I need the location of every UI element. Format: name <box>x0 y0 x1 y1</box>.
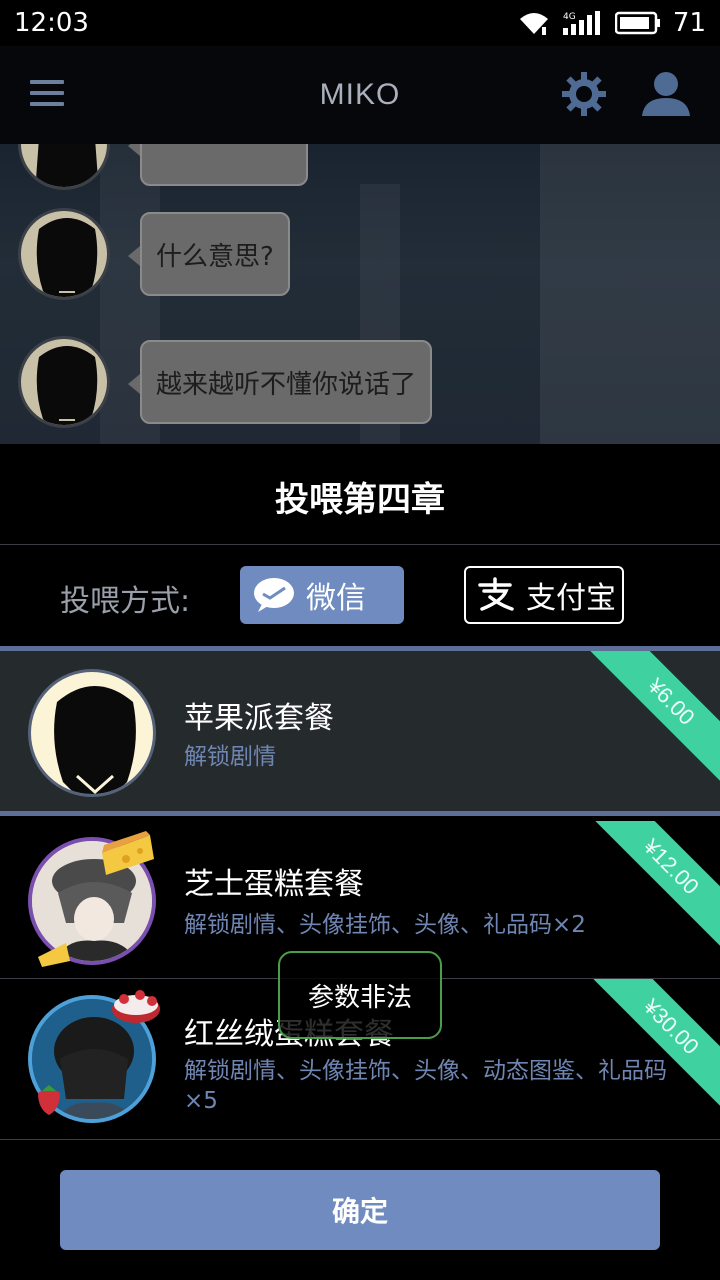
alipay-label: 支付宝 <box>526 581 616 616</box>
status-time: 12:03 <box>14 8 89 38</box>
red-velvet-cake-icon <box>112 990 160 1023</box>
battery-icon <box>614 11 661 35</box>
package-desc: 解锁剧情 <box>184 744 276 770</box>
alipay-button[interactable]: 支付宝 <box>464 566 624 624</box>
wechat-pay-button[interactable]: 微信 <box>240 566 404 624</box>
chat-bubble: 什么意思? <box>128 212 290 296</box>
avatar <box>18 208 110 300</box>
cheese-cake-icon <box>102 831 154 875</box>
profile-button[interactable] <box>640 70 692 118</box>
wechat-pay-label: 微信 <box>306 581 366 616</box>
package-item-apple-pie[interactable]: 苹果派套餐 解锁剧情 ¥6.00 <box>0 646 720 816</box>
cellular-signal-icon: 4G <box>561 10 605 36</box>
purchase-sheet: 投喂第四章 投喂方式: 微信 支付宝 苹果派套餐 解锁剧情 ¥6.00 芝士蛋糕… <box>0 444 720 1280</box>
chat-bubble <box>128 144 308 186</box>
payment-label: 投喂方式: <box>60 584 191 619</box>
chat-area: 什么意思? 越来越听不懂你说话了 <box>0 144 720 444</box>
package-desc: 解锁剧情、头像挂饰、头像、礼品码×2 <box>184 912 586 938</box>
package-desc: 解锁剧情、头像挂饰、头像、动态图鉴、礼品码×5 <box>184 1058 667 1114</box>
divider <box>0 544 720 545</box>
package-avatar <box>28 669 156 797</box>
divider <box>0 1139 720 1140</box>
wifi-icon <box>517 10 551 36</box>
avatar <box>18 144 110 190</box>
user-icon <box>642 72 690 116</box>
package-name: 芝士蛋糕套餐 <box>184 867 364 902</box>
sheet-title: 投喂第四章 <box>275 480 445 520</box>
gear-icon <box>562 72 606 116</box>
wechat-icon <box>252 577 296 613</box>
app-header: MIKO <box>0 46 720 144</box>
chat-bubble: 越来越听不懂你说话了 <box>127 340 433 424</box>
package-name: 苹果派套餐 <box>184 701 334 736</box>
settings-button[interactable] <box>560 70 608 118</box>
price-tag: ¥12.00 <box>574 821 720 964</box>
alipay-icon <box>476 577 516 613</box>
page-title: MIKO <box>319 78 401 111</box>
chat-message: 什么意思? <box>18 208 290 300</box>
network-type: 4G <box>563 12 576 22</box>
strawberry-icon <box>38 1085 60 1115</box>
battery-level: 71 <box>672 8 706 38</box>
chat-message <box>18 144 308 190</box>
error-toast: 参数非法 <box>278 951 442 1039</box>
cheese-icon <box>38 943 70 967</box>
confirm-button[interactable]: 确定 <box>60 1170 660 1250</box>
price-tag: ¥6.00 <box>574 651 720 799</box>
chat-message: 越来越听不懂你说话了 <box>18 336 433 428</box>
avatar <box>18 336 110 428</box>
status-bar: 12:03 4G 71 <box>0 0 720 46</box>
